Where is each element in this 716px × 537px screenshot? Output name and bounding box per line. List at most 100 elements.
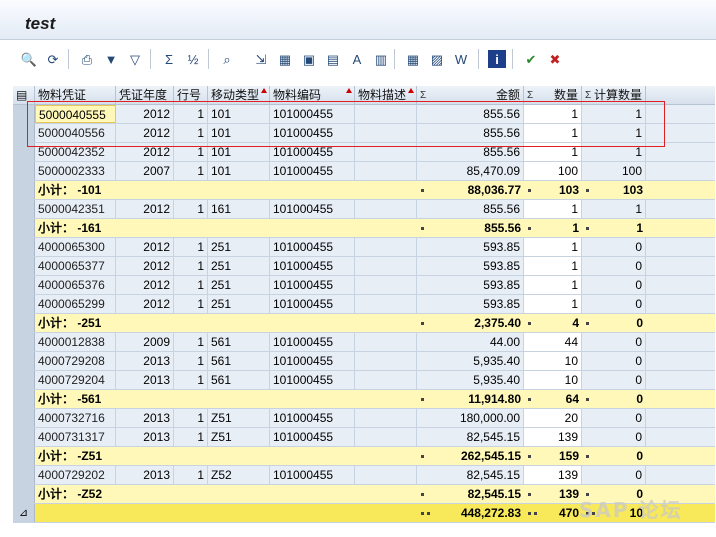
row-selector[interactable]: [13, 238, 35, 256]
row-selector[interactable]: [13, 257, 35, 275]
col-header-desc[interactable]: 物料描述: [355, 86, 417, 105]
row-selector[interactable]: [13, 162, 35, 180]
local-file-icon[interactable]: ▨: [428, 50, 446, 68]
col-header-mvt[interactable]: 移动类型: [208, 86, 270, 105]
cell-calc: 0: [582, 466, 646, 484]
subtotal-row: 小计： -Z51 262,545.15 159 0: [13, 447, 715, 466]
row-selector[interactable]: [13, 181, 35, 199]
cell-item: 1: [174, 257, 208, 275]
layout-icon[interactable]: ▦: [276, 50, 294, 68]
save-layout-icon[interactable]: ▣: [300, 50, 318, 68]
cell-doc[interactable]: 4000729204: [35, 371, 116, 389]
row-selector[interactable]: [13, 143, 35, 161]
total-marker-icon: [421, 189, 424, 192]
cell-doc[interactable]: 4000065376: [35, 276, 116, 294]
cell-doc[interactable]: 4000065300: [35, 238, 116, 256]
abc-icon[interactable]: A: [348, 50, 366, 68]
cell-doc[interactable]: 5000002333: [35, 162, 116, 180]
cell-calc: 0: [582, 428, 646, 446]
select-layout-icon[interactable]: ▤: [324, 50, 342, 68]
info-icon[interactable]: i: [488, 50, 506, 68]
graphic-icon[interactable]: ▥: [372, 50, 390, 68]
row-selector[interactable]: [13, 428, 35, 446]
cell-qty: 139: [524, 466, 582, 484]
cell-amount: 180,000.00: [417, 409, 524, 427]
cancel-icon[interactable]: ✖: [546, 50, 564, 68]
cell-calc: 0: [582, 257, 646, 275]
total-marker-icon: [586, 227, 589, 230]
row-selector[interactable]: [13, 105, 35, 123]
col-header-doc[interactable]: 物料凭证: [35, 86, 116, 105]
cell-doc[interactable]: 4000012838: [35, 333, 116, 351]
cell-desc: [355, 466, 417, 484]
row-selector[interactable]: [13, 333, 35, 351]
col-header-item[interactable]: 行号: [174, 86, 208, 105]
cell-doc[interactable]: 5000040556: [35, 124, 116, 142]
delete-filter-icon[interactable]: ▽: [126, 50, 144, 68]
row-selector[interactable]: [13, 466, 35, 484]
cell-doc[interactable]: 4000731317: [35, 428, 116, 446]
subtotal-label: 小计： -161: [38, 221, 102, 235]
cell-doc[interactable]: 4000065299: [35, 295, 116, 313]
spreadsheet-icon[interactable]: ▦: [404, 50, 422, 68]
row-selector[interactable]: [13, 314, 35, 332]
cell-material: 101000455: [270, 295, 355, 313]
cell-doc[interactable]: 4000065377: [35, 257, 116, 275]
row-selector[interactable]: [13, 276, 35, 294]
find-icon[interactable]: ⌕: [218, 50, 236, 68]
col-header-amount[interactable]: Σ 金额: [417, 86, 524, 105]
word-icon[interactable]: W: [452, 50, 470, 68]
layout-menu-icon[interactable]: ▤: [13, 86, 35, 105]
cell-doc[interactable]: 4000729202: [35, 466, 116, 484]
row-selector[interactable]: [13, 409, 35, 427]
refresh-icon[interactable]: ⟳: [44, 50, 62, 68]
cell-item: 1: [174, 143, 208, 161]
row-selector[interactable]: [13, 295, 35, 313]
cell-desc: [355, 276, 417, 294]
cell-desc: [355, 371, 417, 389]
col-header-qty[interactable]: Σ 数量: [524, 86, 582, 105]
cell-item: 1: [174, 162, 208, 180]
details-icon[interactable]: 🔍: [20, 50, 38, 68]
table-row: 4000732716 2013 1 Z51 101000455 180,000.00 20 0: [13, 409, 715, 428]
cell-calc: 0: [582, 276, 646, 294]
cell-item: 1: [174, 105, 208, 123]
watermark-logo: SAP 论坛: [579, 498, 683, 522]
total-level-icon[interactable]: ⊿: [13, 504, 35, 522]
cell-amount-total: 82,545.15: [467, 487, 521, 501]
col-header-calc[interactable]: Σ 计算数量: [582, 86, 646, 105]
export-icon[interactable]: ⇲: [252, 50, 270, 68]
subtotal-label: 小计： -Z51: [38, 449, 103, 463]
col-header-material[interactable]: 物料编码: [270, 86, 355, 105]
cell-doc[interactable]: 5000040555: [35, 105, 116, 123]
row-selector[interactable]: [13, 485, 35, 503]
cell-doc[interactable]: 4000729208: [35, 352, 116, 370]
cell-doc[interactable]: 5000042351: [35, 200, 116, 218]
row-selector[interactable]: [13, 219, 35, 237]
row-selector[interactable]: [13, 200, 35, 218]
subtotal-label: 小计： -561: [38, 392, 102, 406]
subtotal-label: 小计： -251: [38, 316, 102, 330]
col-header-year[interactable]: 凭证年度: [116, 86, 174, 105]
row-selector[interactable]: [13, 352, 35, 370]
cell-year: 2013: [116, 371, 174, 389]
cell-desc: [355, 162, 417, 180]
print-icon[interactable]: ⎙: [78, 50, 96, 68]
cell-doc[interactable]: 5000042352: [35, 143, 116, 161]
cell-year: 2012: [116, 105, 174, 123]
cell-year: 2012: [116, 238, 174, 256]
cell-mvt: 251: [208, 276, 270, 294]
confirm-icon[interactable]: ✔: [522, 50, 540, 68]
cell-desc: [355, 295, 417, 313]
col-header-amount-label: 金额: [495, 88, 520, 102]
row-selector[interactable]: [13, 124, 35, 142]
cell-doc[interactable]: 4000732716: [35, 409, 116, 427]
cell-amount: 82,545.15: [417, 466, 524, 484]
cell-calc: 0: [582, 238, 646, 256]
sum-icon[interactable]: Σ: [160, 50, 178, 68]
subtotal-icon[interactable]: ½: [184, 50, 202, 68]
row-selector[interactable]: [13, 447, 35, 465]
set-filter-icon[interactable]: ▼: [102, 50, 120, 68]
row-selector[interactable]: [13, 390, 35, 408]
row-selector[interactable]: [13, 371, 35, 389]
